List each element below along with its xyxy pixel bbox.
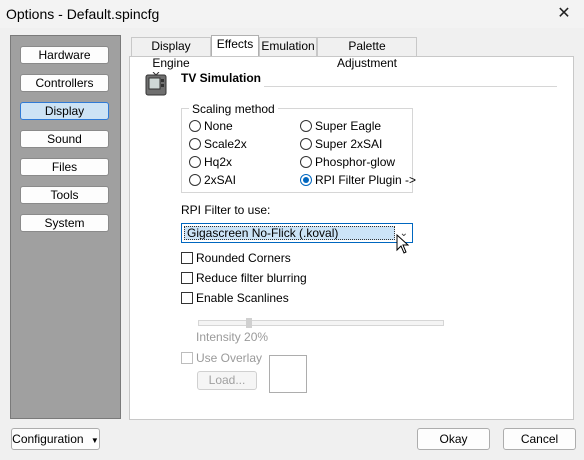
enable-scanlines-label: Enable Scanlines xyxy=(196,291,289,305)
reduce-blurring-checkbox[interactable] xyxy=(181,272,193,284)
nav-tools-button[interactable]: Tools xyxy=(20,186,109,204)
section-divider xyxy=(264,86,557,87)
tab-display-engine[interactable]: Display Engine xyxy=(131,37,211,70)
rpi-filter-label: RPI Filter to use: xyxy=(181,203,271,217)
rpi-filter-dropdown[interactable]: Gigascreen No-Flick (.koval) ⌄ xyxy=(181,223,413,243)
rounded-corners-label: Rounded Corners xyxy=(196,251,291,265)
radio-super-2xsai-label: Super 2xSAI xyxy=(315,137,383,151)
nav-display-button[interactable]: Display xyxy=(20,102,109,120)
radio-none-label: None xyxy=(204,119,233,133)
load-overlay-button[interactable]: Load... xyxy=(197,371,257,390)
close-icon[interactable]: ✕ xyxy=(544,0,584,28)
radio-hq2x[interactable] xyxy=(189,156,201,168)
intensity-label: Intensity 20% xyxy=(196,330,269,344)
nav-sound-button[interactable]: Sound xyxy=(20,130,109,148)
tab-palette-adjustment[interactable]: Palette Adjustment xyxy=(317,37,417,70)
intensity-slider[interactable] xyxy=(198,320,444,326)
rpi-filter-selected-value: Gigascreen No-Flick (.koval) xyxy=(184,226,395,240)
radio-phosphor-glow-label: Phosphor-glow xyxy=(315,155,396,169)
radio-phosphor-glow[interactable] xyxy=(300,156,312,168)
tab-effects[interactable]: Effects xyxy=(211,35,259,56)
use-overlay-label: Use Overlay xyxy=(196,351,263,365)
scaling-method-label: Scaling method xyxy=(189,102,278,116)
tv-icon xyxy=(145,72,167,96)
mouse-cursor-icon xyxy=(396,234,410,254)
radio-none[interactable] xyxy=(189,120,201,132)
radio-2xsai-label: 2xSAI xyxy=(204,173,237,187)
radio-rpi-filter-plugin-label: RPI Filter Plugin -> xyxy=(315,173,417,187)
nav-files-button[interactable]: Files xyxy=(20,158,109,176)
nav-system-button[interactable]: System xyxy=(20,214,109,232)
configuration-button[interactable]: Configuration ▼ xyxy=(11,428,100,450)
nav-controllers-button[interactable]: Controllers xyxy=(20,74,109,92)
radio-super-eagle[interactable] xyxy=(300,120,312,132)
overlay-preview xyxy=(269,355,307,393)
rounded-corners-checkbox[interactable] xyxy=(181,252,193,264)
enable-scanlines-checkbox[interactable] xyxy=(181,292,193,304)
caret-down-icon: ▼ xyxy=(90,436,99,445)
tab-emulation[interactable]: Emulation xyxy=(259,37,317,56)
reduce-blurring-label: Reduce filter blurring xyxy=(196,271,307,285)
title-bar: Options - Default.spincfg ✕ xyxy=(0,0,584,28)
radio-rpi-filter-plugin[interactable] xyxy=(300,174,312,186)
radio-scale2x[interactable] xyxy=(189,138,201,150)
window-title: Options - Default.spincfg xyxy=(6,6,160,22)
nav-hardware-button[interactable]: Hardware xyxy=(20,46,109,64)
configuration-label: Configuration xyxy=(12,432,84,446)
use-overlay-checkbox[interactable] xyxy=(181,352,193,364)
radio-super-2xsai[interactable] xyxy=(300,138,312,150)
radio-hq2x-label: Hq2x xyxy=(204,155,233,169)
cancel-button[interactable]: Cancel xyxy=(503,428,576,450)
okay-button[interactable]: Okay xyxy=(417,428,490,450)
radio-scale2x-label: Scale2x xyxy=(204,137,247,151)
category-sidebar: Hardware Controllers Display Sound Files… xyxy=(10,35,121,419)
section-title: TV Simulation xyxy=(181,71,262,85)
radio-super-eagle-label: Super Eagle xyxy=(315,119,382,133)
intensity-slider-thumb[interactable] xyxy=(246,318,252,328)
radio-2xsai[interactable] xyxy=(189,174,201,186)
